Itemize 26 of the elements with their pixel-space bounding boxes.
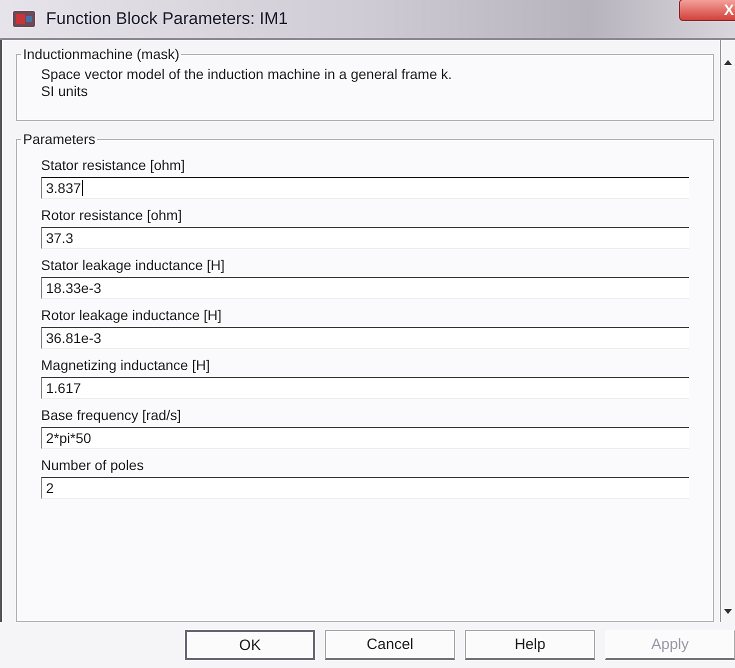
dialog-button[interactable]: Cancel — [325, 630, 456, 660]
group-title: Inductionmachine (mask) — [22, 46, 180, 62]
field-label: Number of poles — [41, 457, 145, 473]
scroll-up-icon[interactable] — [723, 58, 733, 66]
input-field[interactable]: 18.33e-3 — [41, 277, 689, 299]
field-label: Stator resistance [ohm] — [41, 157, 186, 173]
field-label: Stator leakage inductance [H] — [41, 257, 226, 273]
input-field[interactable]: 1.617 — [41, 377, 689, 399]
block-icon — [12, 9, 36, 29]
group-title: Parameters — [22, 131, 96, 147]
field-label: Base frequency [rad/s] — [41, 407, 182, 423]
field-label: Rotor leakage inductance [H] — [41, 307, 223, 323]
input-field[interactable]: 37.3 — [41, 227, 689, 249]
description-text: Space vector model of the induction machine in a general frame k. — [41, 66, 453, 83]
window-title: Function Block Parameters: IM1 — [46, 9, 289, 29]
input-field[interactable]: 2*pi*50 — [41, 427, 689, 449]
field-label: Rotor resistance [ohm] — [41, 207, 183, 223]
description-text: SI units — [41, 83, 89, 100]
input-field[interactable]: 36.81e-3 — [41, 327, 689, 349]
scrollbar[interactable] — [720, 40, 735, 622]
dialog-button[interactable]: Help — [465, 630, 595, 660]
scroll-down-icon[interactable] — [723, 608, 733, 616]
input-field[interactable]: 3.837 — [41, 177, 689, 199]
field-label: Magnetizing inductance [H] — [41, 357, 211, 373]
input-field[interactable]: 2 — [41, 477, 689, 499]
dialog-button[interactable]: OK — [185, 630, 316, 660]
